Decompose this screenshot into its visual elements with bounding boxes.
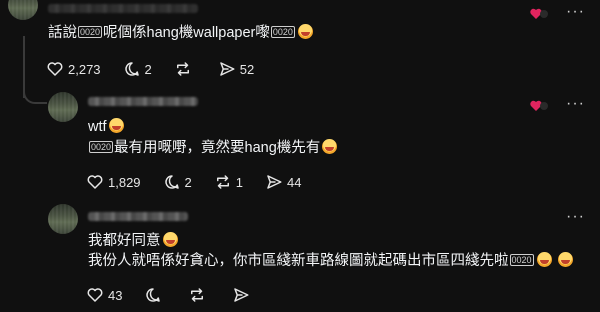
thread-curve xyxy=(23,88,47,104)
grinning-emoji-icon xyxy=(297,24,313,39)
like-count: 1,829 xyxy=(108,174,141,190)
unknown-char-box: 0020 xyxy=(89,141,114,153)
comment-text: wtf xyxy=(88,119,107,135)
more-dots-icon[interactable]: ··· xyxy=(566,95,585,113)
username-blurred xyxy=(88,97,198,106)
reply-icon xyxy=(164,175,179,189)
repost-icon xyxy=(176,62,189,76)
repost-button[interactable]: 1 xyxy=(214,173,243,191)
repost-button[interactable] xyxy=(174,60,196,78)
share-button[interactable]: 44 xyxy=(265,173,301,191)
avatar[interactable] xyxy=(48,204,78,234)
grinning-emoji-icon xyxy=(162,232,178,247)
reply-button[interactable]: 2 xyxy=(163,173,192,191)
liked-badge-icon xyxy=(530,7,548,21)
repost-icon xyxy=(216,175,229,189)
comment-text: 我都好同意 xyxy=(88,233,161,249)
more-dots-icon[interactable]: ··· xyxy=(566,3,585,21)
reply-button[interactable]: 2 xyxy=(123,60,152,78)
share-button[interactable] xyxy=(232,286,254,304)
username-blurred xyxy=(48,4,198,13)
comment-text-part1: 話說 xyxy=(48,25,77,41)
repost-count: 1 xyxy=(235,174,244,190)
comment-line2: 0020 最有用嘅嘢，竟然要hang機先有 xyxy=(88,138,338,158)
unknown-char-box: 0020 xyxy=(78,26,103,38)
comment-actions: 43 xyxy=(86,286,276,304)
comment-line2: 我份人就唔係好貪心，你市區綫新車路線圖就起碼出市區四綫先啦 0020 xyxy=(88,251,573,271)
worried-emoji-icon xyxy=(322,139,338,154)
share-count: 44 xyxy=(287,174,302,190)
avatar[interactable] xyxy=(48,92,78,122)
like-button[interactable]: 1,829 xyxy=(86,173,141,191)
unknown-char-box: 0020 xyxy=(270,26,295,38)
username-blurred xyxy=(88,212,188,221)
share-icon xyxy=(234,288,249,302)
comment-text: 我份人就唔係好貪心，你市區綫新車路線圖就起碼出市區四綫先啦 xyxy=(88,253,509,269)
heart-icon xyxy=(87,288,103,302)
like-button[interactable]: 2,273 xyxy=(46,60,101,78)
share-icon xyxy=(220,62,235,76)
reply-icon xyxy=(146,288,161,302)
comment-line1: wtf xyxy=(88,117,124,137)
reply-count: 2 xyxy=(184,174,192,190)
comment-text: 話說 0020 呢個係hang機wallpaper嚟 0020 xyxy=(48,23,313,43)
heart-icon xyxy=(47,62,63,76)
heart-icon xyxy=(87,175,103,189)
repost-button[interactable] xyxy=(188,286,210,304)
reply-count: 2 xyxy=(144,61,152,77)
more-dots-icon[interactable]: ··· xyxy=(566,208,585,226)
repost-icon xyxy=(191,288,204,302)
avatar[interactable] xyxy=(8,0,38,20)
reply-button[interactable] xyxy=(144,286,166,304)
comment-line1: 我都好同意 xyxy=(88,231,178,251)
like-count: 2,273 xyxy=(68,61,101,77)
liked-badge-icon xyxy=(530,99,548,113)
grinning-emoji-icon xyxy=(108,118,124,133)
grinning-emoji-icon xyxy=(557,252,573,267)
unknown-char-box: 0020 xyxy=(509,254,534,266)
grinning-emoji-icon xyxy=(536,252,552,267)
comment-text: 最有用嘅嘢，竟然要hang機先有 xyxy=(114,140,321,156)
comment-actions: 2,273 2 52 xyxy=(46,60,276,78)
like-count: 43 xyxy=(108,287,123,303)
like-button[interactable]: 43 xyxy=(86,286,122,304)
comment-actions: 1,829 2 1 44 xyxy=(86,173,323,191)
comment-text-part2: 呢個係hang機wallpaper嚟 xyxy=(103,25,270,41)
share-count: 52 xyxy=(239,61,255,77)
share-icon xyxy=(267,175,282,189)
share-button[interactable]: 52 xyxy=(218,60,254,78)
reply-icon xyxy=(124,62,139,76)
